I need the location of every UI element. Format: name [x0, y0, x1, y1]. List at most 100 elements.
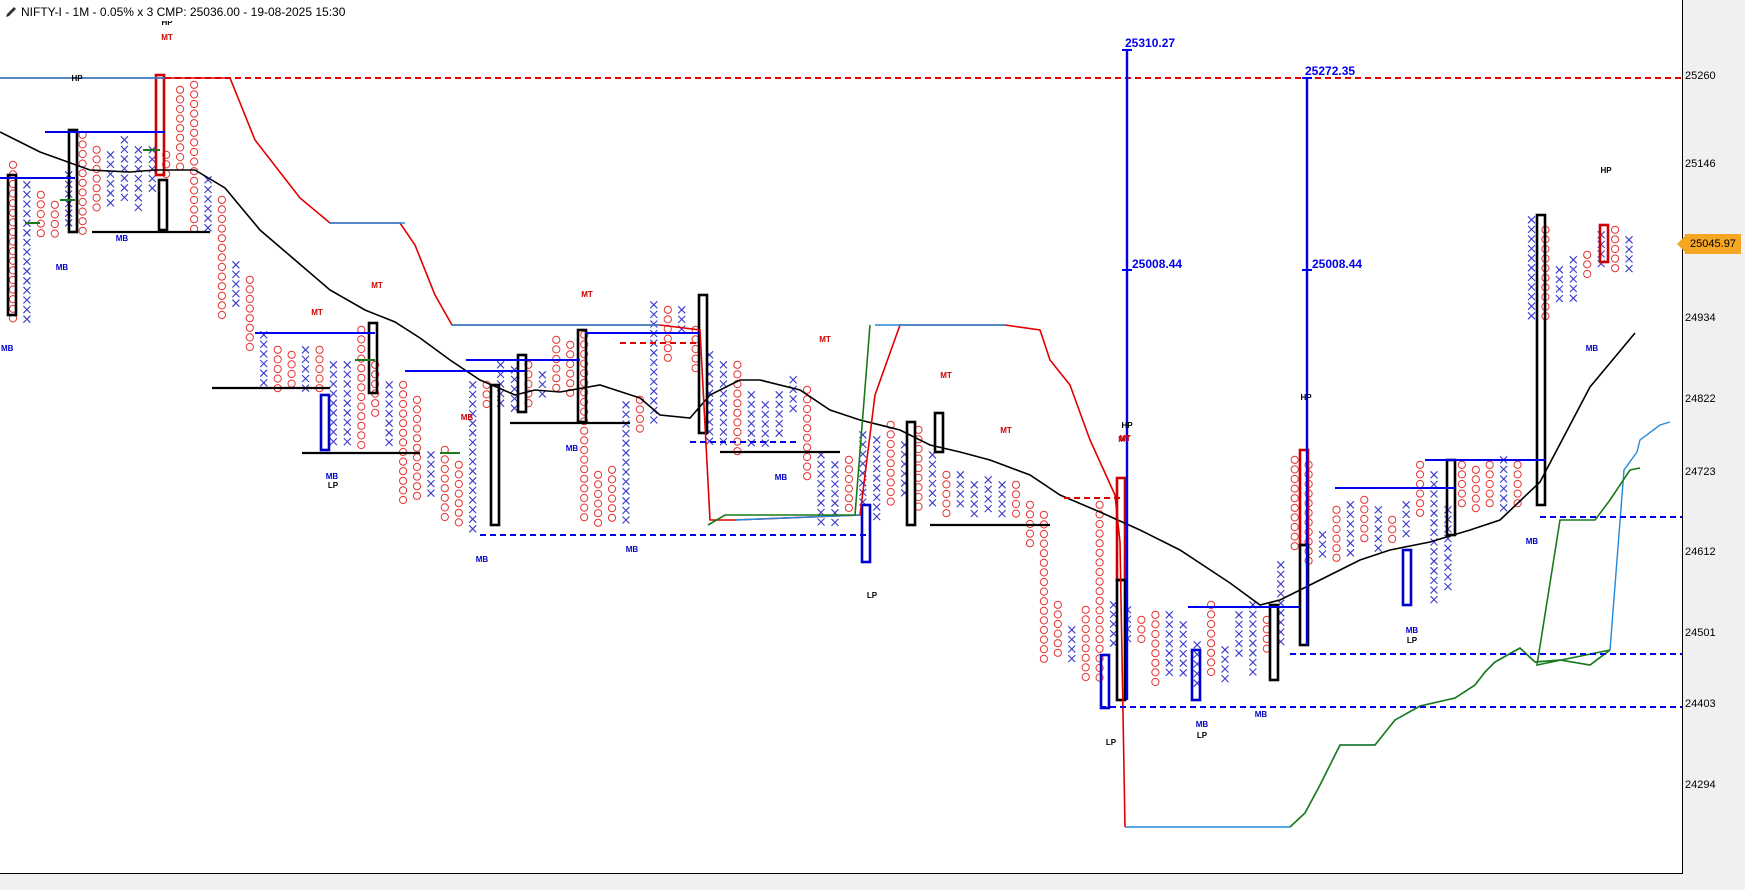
- o-mark: [1151, 629, 1160, 639]
- o-mark: [454, 460, 463, 469]
- o-mark: [1583, 250, 1592, 259]
- o-mark: [1471, 465, 1480, 474]
- x-mark: [1276, 560, 1285, 569]
- o-mark: [552, 345, 561, 354]
- x-mark: [649, 396, 658, 405]
- o-mark: [357, 431, 366, 440]
- price-annotation: 25008.44: [1132, 257, 1182, 271]
- o-mark: [1611, 235, 1620, 244]
- o-mark: [580, 493, 589, 503]
- resistance-line: [0, 77, 1126, 828]
- x-mark: [1374, 534, 1383, 543]
- o-mark: [440, 503, 449, 512]
- x-mark: [1527, 302, 1536, 311]
- x-mark: [1527, 263, 1536, 272]
- x-mark: [622, 468, 630, 476]
- highlight-box: [1535, 213, 1547, 507]
- x-mark: [789, 404, 798, 413]
- o-mark: [190, 90, 199, 99]
- x-mark: [134, 184, 143, 193]
- x-mark: [1527, 292, 1536, 301]
- x-mark: [468, 515, 477, 524]
- x-mark: [970, 500, 979, 508]
- pencil-icon[interactable]: [4, 5, 18, 19]
- x-mark: [120, 174, 129, 183]
- x-mark: [622, 439, 630, 448]
- o-mark: [1290, 484, 1299, 493]
- o-mark: [942, 509, 951, 518]
- pattern-label: MB: [476, 555, 489, 564]
- o-mark: [440, 464, 449, 474]
- o-mark: [1081, 624, 1090, 634]
- x-mark: [134, 193, 143, 202]
- o-mark: [217, 214, 226, 224]
- o-mark: [1039, 568, 1049, 577]
- o-mark: [580, 513, 589, 522]
- x-mark: [1165, 658, 1174, 667]
- pattern-label: MB: [56, 263, 69, 272]
- o-mark: [663, 334, 672, 343]
- o-mark: [190, 128, 199, 137]
- x-mark: [1179, 620, 1188, 629]
- o-mark: [245, 275, 254, 284]
- o-mark: [803, 472, 812, 481]
- x-mark: [1430, 480, 1438, 489]
- o-mark: [1095, 644, 1104, 653]
- o-mark: [1095, 539, 1104, 548]
- x-mark: [1374, 525, 1383, 533]
- x-mark: [468, 496, 477, 504]
- pattern-label: MB: [1406, 626, 1419, 635]
- o-mark: [440, 484, 449, 493]
- o-mark: [566, 379, 575, 388]
- x-mark: [134, 203, 143, 212]
- x-mark: [120, 145, 129, 154]
- o-mark: [287, 350, 296, 359]
- o-mark: [287, 369, 296, 379]
- x-mark: [538, 380, 547, 389]
- x-mark: [301, 355, 310, 364]
- x-mark: [329, 380, 338, 388]
- x-mark: [761, 429, 770, 438]
- x-mark: [1499, 484, 1508, 493]
- x-mark: [1402, 510, 1411, 519]
- o-mark: [245, 294, 254, 304]
- pattern-label: HP: [1121, 421, 1133, 430]
- x-mark: [775, 390, 784, 399]
- o-mark: [357, 421, 366, 430]
- o-mark: [190, 195, 199, 205]
- trend-line: [0, 131, 1636, 606]
- x-mark: [329, 418, 338, 427]
- x-mark: [649, 310, 658, 319]
- x-mark: [1499, 494, 1508, 503]
- o-mark: [1207, 667, 1216, 677]
- x-mark: [301, 345, 310, 354]
- o-mark: [942, 489, 951, 499]
- o-mark: [78, 169, 87, 178]
- o-mark: [1290, 465, 1299, 474]
- o-mark: [1011, 509, 1021, 518]
- o-mark: [1095, 606, 1104, 615]
- o-mark: [1416, 460, 1425, 469]
- o-mark: [92, 184, 101, 193]
- x-mark: [496, 360, 505, 369]
- o-mark: [844, 474, 854, 484]
- o-mark: [1095, 519, 1104, 529]
- o-mark: [663, 344, 672, 353]
- o-mark: [412, 443, 422, 452]
- horizontal-scrollbar[interactable]: [0, 874, 1745, 890]
- x-mark: [259, 340, 268, 349]
- pnf-chart[interactable]: 25310.27 25008.44 25272.35 25008.44 HP MT MB MB…: [0, 0, 1682, 873]
- o-mark: [733, 418, 742, 427]
- plot-area[interactable]: 25310.27 25008.44 25272.35 25008.44 HP MT MB MB…: [0, 0, 1683, 874]
- o-mark: [1416, 470, 1425, 479]
- o-mark: [399, 495, 408, 505]
- x-mark: [301, 365, 310, 373]
- x-mark: [120, 135, 129, 144]
- o-mark: [1485, 460, 1494, 469]
- o-mark: [399, 428, 408, 437]
- price-axis[interactable]: [1683, 0, 1745, 873]
- pattern-label: MB: [626, 545, 639, 554]
- o-mark: [357, 440, 366, 450]
- x-mark: [928, 489, 937, 498]
- x-mark: [343, 428, 352, 436]
